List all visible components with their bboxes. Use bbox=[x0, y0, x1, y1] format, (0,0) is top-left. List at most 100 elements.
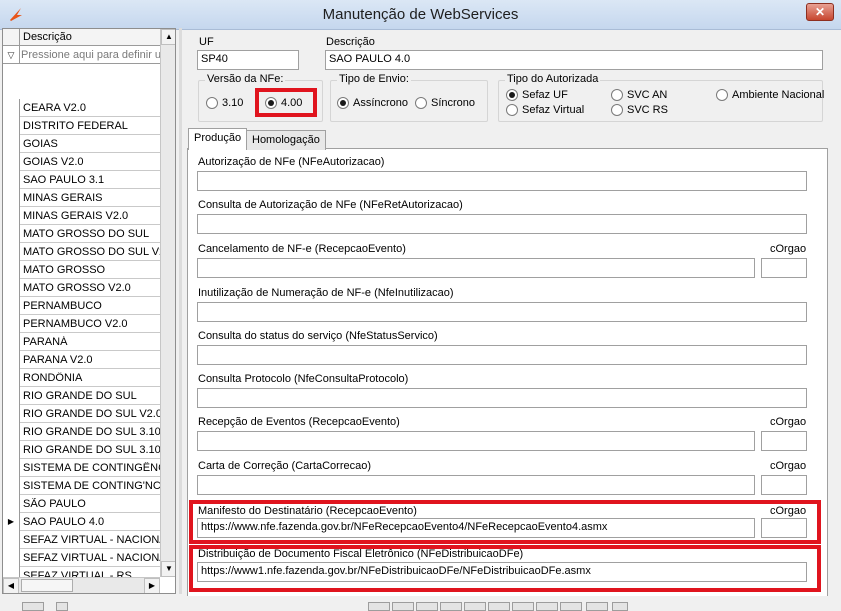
table-cell: MINAS GERAIS bbox=[23, 192, 103, 204]
toolbar-button[interactable] bbox=[22, 602, 44, 611]
table-row[interactable]: ▶ SAO PAULO 4.0 bbox=[3, 513, 160, 531]
table-row[interactable]: SISTEMA DE CONTING'NCIA bbox=[3, 477, 160, 495]
toolbar-button[interactable] bbox=[56, 602, 68, 611]
table-row[interactable]: MATO GROSSO V2.0 bbox=[3, 279, 160, 297]
tab-producao[interactable]: Produção bbox=[188, 128, 248, 150]
consulta-protocolo-url-input[interactable] bbox=[197, 388, 807, 408]
table-row[interactable]: MINAS GERAIS V2.0 bbox=[3, 207, 160, 225]
highlight-versao bbox=[255, 88, 317, 117]
table-row[interactable]: MINAS GERAIS bbox=[3, 189, 160, 207]
table-row[interactable]: PERNAMBUCO bbox=[3, 297, 160, 315]
table-row[interactable]: MATO GROSSO bbox=[3, 261, 160, 279]
scroll-up-icon[interactable]: ▲ bbox=[161, 29, 175, 45]
sefaz-uf-radio[interactable]: Sefaz UF bbox=[506, 89, 568, 101]
column-header-descricao[interactable]: Descrição bbox=[23, 31, 72, 43]
recepcao-eventos-corgao-input[interactable] bbox=[761, 431, 807, 451]
svc-rs-radio[interactable]: SVC RS bbox=[611, 104, 668, 116]
svc-an-radio[interactable]: SVC AN bbox=[611, 89, 667, 101]
toolbar-button[interactable] bbox=[536, 602, 558, 611]
row-indicator bbox=[3, 315, 20, 333]
assincrono-radio[interactable]: Assíncrono bbox=[337, 97, 408, 109]
carta-correcao-corgao-input[interactable] bbox=[761, 475, 807, 495]
table-cell: SAO PAULO 3.1 bbox=[23, 174, 105, 186]
table-row[interactable]: PERNAMBUCO V2.0 bbox=[3, 315, 160, 333]
row-indicator bbox=[3, 405, 20, 423]
row-indicator bbox=[3, 153, 20, 171]
table-row[interactable]: SEFAZ VIRTUAL - NACIONAL bbox=[3, 531, 160, 549]
filter-placeholder[interactable]: Pressione aqui para definir um filtro bbox=[21, 49, 160, 61]
toolbar-button[interactable] bbox=[586, 602, 608, 611]
sefaz-virtual-radio[interactable]: Sefaz Virtual bbox=[506, 104, 584, 116]
ret-autorizacao-label: Consulta de Autorização de NFe (NFeRetAu… bbox=[198, 199, 463, 211]
toolbar-button[interactable] bbox=[560, 602, 582, 611]
table-row[interactable]: RIO GRANDE DO SUL 3.10 - bbox=[3, 441, 160, 459]
table-cell: SEFAZ VIRTUAL - NACIONAL bbox=[23, 534, 160, 546]
consulta-protocolo-label: Consulta Protocolo (NfeConsultaProtocolo… bbox=[198, 373, 409, 385]
table-row[interactable]: MATO GROSSO DO SUL bbox=[3, 225, 160, 243]
carta-correcao-url-input[interactable] bbox=[197, 475, 755, 495]
radio-icon bbox=[206, 97, 218, 109]
toolbar-button[interactable] bbox=[512, 602, 534, 611]
cancelamento-url-input[interactable] bbox=[197, 258, 755, 278]
toolbar-button[interactable] bbox=[416, 602, 438, 611]
scroll-left-icon[interactable]: ◀ bbox=[3, 578, 19, 593]
table-row[interactable]: DISTRITO FEDERAL bbox=[3, 117, 160, 135]
table-row[interactable]: MATO GROSSO DO SUL V2.0 bbox=[3, 243, 160, 261]
versao-310-radio[interactable]: 3.10 bbox=[206, 97, 243, 109]
row-indicator bbox=[3, 423, 20, 441]
descricao-input[interactable]: SAO PAULO 4.0 bbox=[325, 50, 823, 70]
corgao-label: cOrgao bbox=[770, 243, 807, 255]
table-cell: MATO GROSSO DO SUL V2.0 bbox=[23, 246, 160, 258]
table-row[interactable]: RONDÔNIA bbox=[3, 369, 160, 387]
recepcao-eventos-url-input[interactable] bbox=[197, 431, 755, 451]
table-row[interactable]: SÃO PAULO bbox=[3, 495, 160, 513]
window-title: Manutenção de WebServices bbox=[322, 6, 519, 23]
table-row[interactable]: SAO PAULO 3.1 bbox=[3, 171, 160, 189]
toolbar-button[interactable] bbox=[392, 602, 414, 611]
table-row[interactable]: CEARA V2.0 bbox=[3, 99, 160, 117]
table-cell: MATO GROSSO V2.0 bbox=[23, 282, 131, 294]
table-cell: RIO GRANDE DO SUL 3.10 - bbox=[23, 444, 160, 456]
table-cell: SISTEMA DE CONTING'NCIA bbox=[23, 480, 160, 492]
table-row[interactable]: SEFAZ VIRTUAL - NACIONAL bbox=[3, 549, 160, 567]
table-row[interactable]: SISTEMA DE CONTINGÊNCIA bbox=[3, 459, 160, 477]
autorizacao-url-input[interactable] bbox=[197, 171, 807, 191]
grid-rows: CEARA V2.0 DISTRITO FEDERAL GOIAS GOIAS V2.… bbox=[3, 99, 160, 593]
vertical-scrollbar[interactable]: ▲ ▼ bbox=[160, 29, 175, 577]
scroll-down-icon[interactable]: ▼ bbox=[161, 561, 175, 577]
sincrono-radio[interactable]: Síncrono bbox=[415, 97, 475, 109]
toolbar-button[interactable] bbox=[488, 602, 510, 611]
table-cell: MINAS GERAIS V2.0 bbox=[23, 210, 129, 222]
inutilizacao-url-input[interactable] bbox=[197, 302, 807, 322]
toolbar-button[interactable] bbox=[464, 602, 486, 611]
horizontal-scrollbar[interactable]: ◀ ▶ bbox=[3, 577, 160, 593]
row-indicator bbox=[3, 369, 20, 387]
cancelamento-corgao-input[interactable] bbox=[761, 258, 807, 278]
filter-row[interactable]: ▽ Pressione aqui para definir um filtro bbox=[3, 46, 160, 64]
ambiente-nacional-radio[interactable]: Ambiente Nacional bbox=[716, 89, 824, 101]
row-indicator bbox=[3, 387, 20, 405]
webservice-grid[interactable]: Descrição ▽ Pressione aqui para definir … bbox=[2, 28, 176, 594]
table-row[interactable]: PARANÁ bbox=[3, 333, 160, 351]
table-row[interactable]: GOIAS bbox=[3, 135, 160, 153]
table-row[interactable]: PARANA V2.0 bbox=[3, 351, 160, 369]
splitter[interactable] bbox=[179, 28, 182, 594]
table-row[interactable]: GOIAS V2.0 bbox=[3, 153, 160, 171]
scroll-right-icon[interactable]: ▶ bbox=[144, 578, 160, 593]
radio-icon bbox=[415, 97, 427, 109]
toolbar-button[interactable] bbox=[612, 602, 628, 611]
table-row[interactable]: RIO GRANDE DO SUL V2.0 bbox=[3, 405, 160, 423]
scroll-thumb[interactable] bbox=[21, 579, 73, 592]
table-row[interactable]: RIO GRANDE DO SUL bbox=[3, 387, 160, 405]
uf-input[interactable]: SP40 bbox=[197, 50, 299, 70]
close-button[interactable]: ✕ bbox=[806, 3, 834, 21]
row-indicator bbox=[3, 261, 20, 279]
ret-autorizacao-url-input[interactable] bbox=[197, 214, 807, 234]
tab-homologacao[interactable]: Homologação bbox=[246, 130, 326, 150]
toolbar-button[interactable] bbox=[440, 602, 462, 611]
status-servico-url-input[interactable] bbox=[197, 345, 807, 365]
table-cell: RIO GRANDE DO SUL V2.0 bbox=[23, 408, 160, 420]
table-cell: PERNAMBUCO bbox=[23, 300, 102, 312]
toolbar-button[interactable] bbox=[368, 602, 390, 611]
table-row[interactable]: RIO GRANDE DO SUL 3.10 bbox=[3, 423, 160, 441]
